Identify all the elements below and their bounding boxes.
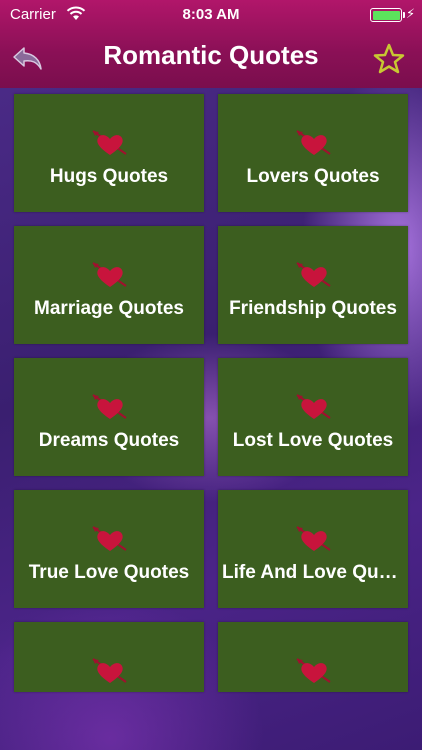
battery-icon: [370, 8, 402, 22]
heart-arrow-icon: [296, 658, 331, 683]
tile-marriage-quotes[interactable]: Marriage Quotes: [14, 226, 204, 344]
status-time: 8:03 AM: [182, 6, 240, 23]
heart-arrow-icon: [296, 394, 331, 419]
tile-label: Lovers Quotes: [246, 166, 380, 187]
tile-label: Dreams Quotes: [38, 430, 180, 451]
heart-arrow-icon: [92, 526, 127, 551]
page-title: Romantic Quotes: [103, 40, 319, 70]
tile-lost-love-quotes[interactable]: Lost Love Quotes: [218, 358, 408, 476]
tile-partial-left[interactable]: [14, 622, 204, 692]
nav-bar: Carrier 8:03 AM ⚡ Romantic Quotes: [0, 0, 422, 88]
status-bar: Carrier 8:03 AM ⚡: [0, 0, 422, 30]
heart-arrow-icon: [92, 130, 127, 155]
tile-label: Marriage Quotes: [34, 298, 184, 319]
tile-label: Hugs Quotes: [49, 166, 169, 187]
tile-label: Life And Love Quotes: [222, 562, 404, 583]
heart-arrow-icon: [92, 394, 127, 419]
tile-dreams-quotes[interactable]: Dreams Quotes: [14, 358, 204, 476]
tile-label: Lost Love Quotes: [232, 430, 394, 451]
tile-true-love-quotes[interactable]: True Love Quotes: [14, 490, 204, 608]
tile-hugs-quotes[interactable]: Hugs Quotes: [14, 94, 204, 212]
battery-nub: [403, 12, 405, 18]
tile-label: Friendship Quotes: [229, 298, 397, 319]
heart-arrow-icon: [296, 130, 331, 155]
tile-life-and-love-quotes[interactable]: Life And Love Quotes: [218, 490, 408, 608]
tile-label: True Love Quotes: [28, 562, 190, 583]
heart-arrow-icon: [296, 526, 331, 551]
tile-partial-right[interactable]: [218, 622, 408, 692]
tile-friendship-quotes[interactable]: Friendship Quotes: [218, 226, 408, 344]
star-icon[interactable]: [372, 42, 406, 76]
heart-arrow-icon: [92, 262, 127, 287]
tile-lovers-quotes[interactable]: Lovers Quotes: [218, 94, 408, 212]
charging-icon: ⚡: [406, 6, 416, 21]
heart-arrow-icon: [296, 262, 331, 287]
heart-arrow-icon: [92, 658, 127, 683]
